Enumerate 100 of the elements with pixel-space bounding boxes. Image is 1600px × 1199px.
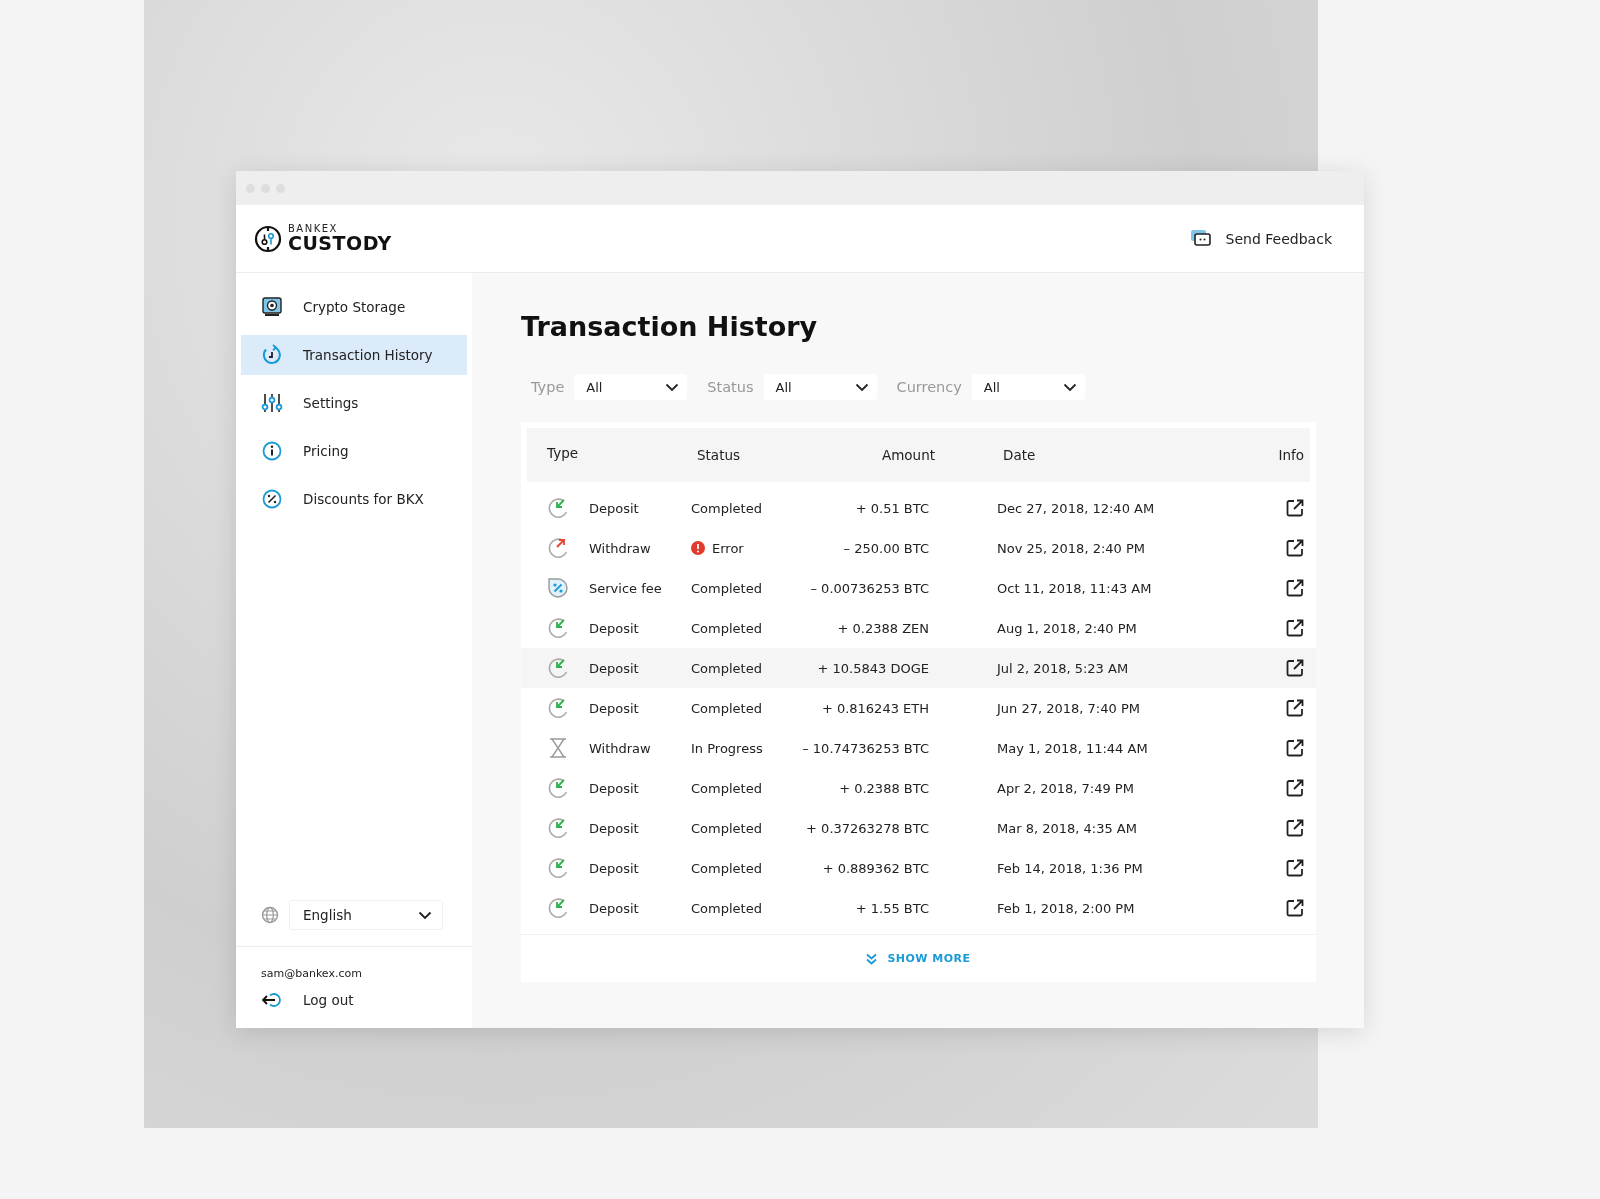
deposit-arrow-icon — [547, 497, 569, 519]
filter-select[interactable]: All — [763, 374, 877, 400]
history-icon — [261, 344, 283, 366]
sidebar-item[interactable]: Transaction History — [241, 335, 467, 375]
type-cell-text: Deposit — [589, 700, 640, 716]
type-cell-text: Service fee — [589, 580, 663, 596]
sidebar-item[interactable]: Settings — [241, 383, 467, 423]
logout-icon — [261, 992, 283, 1008]
filter-label: Status — [707, 379, 754, 395]
info-icon — [261, 440, 283, 462]
amount-cell-text: + 0.37263278 BTC — [805, 820, 929, 836]
transaction-row[interactable]: Withdraw In Progress – 10.74736253 BTC May 1, 2018, 11:44 AM — [521, 728, 1316, 768]
brand-name: BANKEX — [288, 224, 339, 234]
deposit-arrow-icon — [547, 817, 569, 839]
status-cell-text: Completed — [691, 860, 763, 876]
transaction-row[interactable]: Deposit Completed + 0.2388 ZEN Aug 1, 2018, 2:40 PM — [521, 608, 1316, 648]
column-header: Info — [1277, 447, 1305, 463]
type-cell-text: Withdraw — [589, 740, 652, 756]
date-cell-text: Aug 1, 2018, 2:40 PM — [996, 620, 1138, 636]
amount-cell-text: + 0.2388 BTC — [838, 780, 929, 796]
amount-cell-text: + 0.816243 ETH — [820, 700, 929, 716]
chevron-down-icon — [418, 910, 432, 920]
date-cell-text: Mar 8, 2018, 4:35 AM — [996, 820, 1138, 836]
date-cell-text: Apr 2, 2018, 7:49 PM — [996, 780, 1135, 796]
external-link-icon[interactable] — [1286, 859, 1304, 877]
transaction-row[interactable]: Deposit Completed + 0.816243 ETH Jun 27, 2018, 7:40 PM — [521, 688, 1316, 728]
deposit-arrow-icon — [547, 857, 569, 879]
type-cell-text: Deposit — [589, 860, 640, 876]
transaction-row[interactable]: Service fee Completed – 0.00736253 BTC Oct 11, 2018, 11:43 AM — [521, 568, 1316, 608]
amount-cell-text: + 0.2388 ZEN — [836, 620, 929, 636]
transaction-row[interactable]: Deposit Completed + 0.37263278 BTC Mar 8, 2018, 4:35 AM — [521, 808, 1316, 848]
deposit-arrow-icon — [547, 697, 569, 719]
page-title: Transaction History — [521, 311, 819, 342]
transaction-row[interactable]: Deposit Completed + 0.51 BTC Dec 27, 2018, 12:40 AM — [521, 488, 1316, 528]
status-cell: Error — [691, 540, 801, 556]
amount-cell-text: – 250.00 BTC — [842, 540, 929, 556]
transaction-row[interactable]: Withdraw Error – 250.00 BTC Nov 25, 2018, 2:40 PM — [521, 528, 1316, 568]
send-feedback-link[interactable]: Send Feedback — [1189, 228, 1332, 249]
chat-icon — [1189, 228, 1212, 249]
deposit-arrow-icon — [547, 897, 569, 919]
percent-icon — [547, 577, 569, 599]
transaction-row[interactable]: Deposit Completed + 10.5843 DOGE Jul 2, 2018, 5:23 AM — [521, 648, 1316, 688]
external-link-icon[interactable] — [1286, 659, 1304, 677]
filter-select[interactable]: All — [574, 374, 688, 400]
external-link-icon[interactable] — [1286, 579, 1304, 597]
language-select[interactable]: English — [289, 900, 443, 930]
date-cell-text: Feb 1, 2018, 2:00 PM — [996, 900, 1136, 916]
status-cell-text: Completed — [691, 580, 763, 596]
status-cell-text: Completed — [691, 620, 763, 636]
type-cell-text: Deposit — [589, 900, 640, 916]
external-link-icon[interactable] — [1286, 819, 1304, 837]
external-link-icon[interactable] — [1286, 699, 1304, 717]
hourglass-icon — [547, 737, 569, 759]
external-link-icon[interactable] — [1286, 739, 1304, 757]
external-link-icon[interactable] — [1286, 619, 1304, 637]
deposit-arrow-icon — [547, 657, 569, 679]
withdraw-arrow-icon — [547, 537, 569, 559]
filter-label: Currency — [896, 379, 962, 395]
amount-cell-text: + 1.55 BTC — [854, 900, 929, 916]
chevron-down-icon — [854, 382, 869, 392]
date-cell-text: Jul 2, 2018, 5:23 AM — [995, 660, 1130, 676]
external-link-icon[interactable] — [1286, 899, 1304, 917]
user-email: sam@bankex.com — [261, 967, 363, 980]
external-link-icon[interactable] — [1286, 779, 1304, 797]
sidebar-item[interactable]: Crypto Storage — [241, 287, 467, 327]
deposit-arrow-icon — [547, 777, 569, 799]
date-cell-text: May 1, 2018, 11:44 AM — [996, 740, 1149, 756]
type-cell-text: Deposit — [589, 780, 640, 796]
transaction-row[interactable]: Deposit Completed + 0.2388 BTC Apr 2, 2018, 7:49 PM — [521, 768, 1316, 808]
external-link-icon[interactable] — [1286, 539, 1304, 557]
sidebar-item[interactable]: Pricing — [241, 431, 467, 471]
chevron-down-icon — [665, 382, 680, 392]
status-cell-text: Completed — [691, 700, 763, 716]
type-cell-text: Deposit — [589, 500, 640, 516]
amount-cell-text: + 0.889362 BTC — [821, 860, 929, 876]
amount-cell-text: + 10.5843 DOGE — [816, 660, 929, 676]
type-cell-text: Deposit — [589, 820, 640, 836]
date-cell-text: Nov 25, 2018, 2:40 PM — [996, 540, 1147, 556]
date-cell-text: Jun 27, 2018, 7:40 PM — [995, 700, 1141, 716]
column-header: Amount — [880, 447, 935, 463]
sidebar-item[interactable]: Discounts for BKX — [241, 479, 467, 519]
logout-link[interactable]: Log out — [261, 992, 447, 1008]
amount-cell-text: + 0.51 BTC — [854, 500, 929, 516]
column-header: Date — [1002, 447, 1037, 463]
status-cell-text: Completed — [691, 500, 763, 516]
date-cell-text: Feb 14, 2018, 1:36 PM — [996, 860, 1144, 876]
status-cell-text: In Progress — [691, 740, 764, 756]
type-cell-text: Deposit — [589, 660, 640, 676]
double-chevron-icon — [866, 952, 878, 965]
date-cell-text: Dec 27, 2018, 12:40 AM — [996, 500, 1156, 516]
filter-select[interactable]: All — [971, 374, 1085, 400]
discount-icon — [261, 488, 283, 510]
chevron-down-icon — [1062, 382, 1077, 392]
transaction-row[interactable]: Deposit Completed + 1.55 BTC Feb 1, 2018, 2:00 PM — [521, 888, 1316, 928]
type-cell-text: Withdraw — [589, 540, 652, 556]
deposit-arrow-icon — [547, 617, 569, 639]
transaction-row[interactable]: Deposit Completed + 0.889362 BTC Feb 14, 2018, 1:36 PM — [521, 848, 1316, 888]
external-link-icon[interactable] — [1286, 499, 1304, 517]
status-cell-text: Completed — [691, 780, 763, 796]
sliders-icon — [261, 392, 283, 414]
